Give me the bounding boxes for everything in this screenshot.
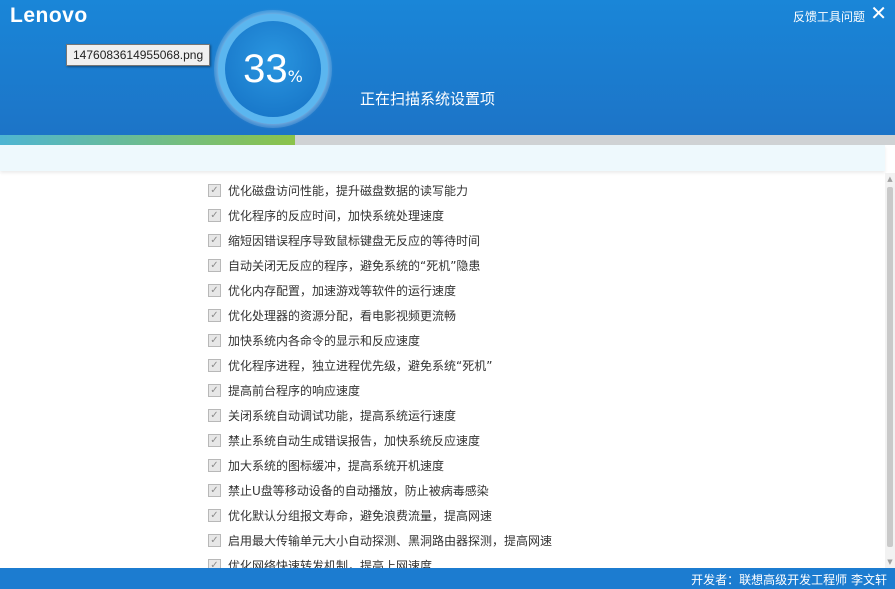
list-item[interactable]: ✓ 优化内存配置，加速游戏等软件的运行速度 (208, 278, 848, 303)
list-item[interactable]: ✓ 优化程序进程，独立进程优先级，避免系统“死机” (208, 353, 848, 378)
checkbox[interactable]: ✓ (208, 259, 221, 272)
checkbox[interactable]: ✓ (208, 384, 221, 397)
list-item-label: 禁止U盘等移动设备的自动播放，防止被病毒感染 (228, 484, 489, 498)
checkbox[interactable]: ✓ (208, 359, 221, 372)
progress-bar (0, 135, 895, 145)
progress-percent: 33 (243, 47, 288, 91)
sub-header-band (0, 145, 885, 171)
scrollbar[interactable]: ▲ ▼ (885, 173, 895, 568)
developer-credit: 开发者：联想高级开发工程师 李文轩 (691, 573, 887, 587)
list-item[interactable]: ✓ 加快系统内各命令的显示和反应速度 (208, 328, 848, 353)
list-item[interactable]: ✓ 关闭系统自动调试功能，提高系统运行速度 (208, 403, 848, 428)
list-item[interactable]: ✓ 禁止U盘等移动设备的自动播放，防止被病毒感染 (208, 478, 848, 503)
list-item-label: 优化默认分组报文寿命，避免浪费流量，提高网速 (228, 509, 493, 523)
checkbox[interactable]: ✓ (208, 559, 221, 568)
list-item-label: 自动关闭无反应的程序，避免系统的“死机”隐患 (228, 259, 481, 273)
checkbox[interactable]: ✓ (208, 434, 221, 447)
checkbox[interactable]: ✓ (208, 334, 221, 347)
checkbox[interactable]: ✓ (208, 184, 221, 197)
scroll-thumb[interactable] (887, 187, 893, 547)
checkbox[interactable]: ✓ (208, 209, 221, 222)
list-item-label: 启用最大传输单元大小自动探测、黑洞路由器探测，提高网速 (228, 534, 553, 548)
list-item[interactable]: ✓ 自动关闭无反应的程序，避免系统的“死机”隐患 (208, 253, 848, 278)
checkbox[interactable]: ✓ (208, 459, 221, 472)
list-item[interactable]: ✓ 优化默认分组报文寿命，避免浪费流量，提高网速 (208, 503, 848, 528)
list-item[interactable]: ✓ 缩短因错误程序导致鼠标键盘无反应的等待时间 (208, 228, 848, 253)
progress-circle: 33% (214, 10, 332, 128)
list-item-label: 提高前台程序的响应速度 (228, 384, 361, 398)
checkbox[interactable]: ✓ (208, 234, 221, 247)
checkbox[interactable]: ✓ (208, 284, 221, 297)
close-icon[interactable]: ✕ (870, 2, 887, 24)
list-item-label: 优化处理器的资源分配，看电影视频更流畅 (228, 309, 457, 323)
optimization-list: ✓ 优化磁盘访问性能，提升磁盘数据的读写能力 ✓ 优化程序的反应时间，加快系统处理速度… (208, 178, 848, 568)
list-item-label: 优化磁盘访问性能，提升磁盘数据的读写能力 (228, 184, 469, 198)
scroll-up-icon[interactable]: ▲ (886, 175, 894, 183)
list-item[interactable]: ✓ 优化程序的反应时间，加快系统处理速度 (208, 203, 848, 228)
list-item-label: 缩短因错误程序导致鼠标键盘无反应的等待时间 (228, 234, 481, 248)
list-item[interactable]: ✓ 启用最大传输单元大小自动探测、黑洞路由器探测，提高网速 (208, 528, 848, 553)
list-item[interactable]: ✓ 优化处理器的资源分配，看电影视频更流畅 (208, 303, 848, 328)
list-item-label: 优化内存配置，加速游戏等软件的运行速度 (228, 284, 457, 298)
checkbox[interactable]: ✓ (208, 409, 221, 422)
list-item-label: 加大系统的图标缓冲，提高系统开机速度 (228, 459, 445, 473)
filename-tooltip: 1476083614955068.png (66, 44, 211, 66)
list-item-label: 加快系统内各命令的显示和反应速度 (228, 334, 421, 348)
app-header: Lenovo 1476083614955068.png 33% 正在扫描系统设置… (0, 0, 895, 135)
scroll-down-icon[interactable]: ▼ (886, 558, 894, 566)
list-item[interactable]: ✓ 加大系统的图标缓冲，提高系统开机速度 (208, 453, 848, 478)
list-item[interactable]: ✓ 提高前台程序的响应速度 (208, 378, 848, 403)
scan-status-text: 正在扫描系统设置项 (360, 90, 496, 108)
list-item[interactable]: ✓ 优化磁盘访问性能，提升磁盘数据的读写能力 (208, 178, 848, 203)
list-item-label: 优化网络快速转发机制，提高上网速度 (228, 559, 433, 568)
footer-bar: 开发者：联想高级开发工程师 李文轩 (0, 568, 895, 589)
list-item-label: 关闭系统自动调试功能，提高系统运行速度 (228, 409, 457, 423)
checkbox[interactable]: ✓ (208, 534, 221, 547)
checkbox[interactable]: ✓ (208, 309, 221, 322)
lenovo-logo: Lenovo (10, 4, 88, 27)
percent-sign: % (287, 67, 303, 86)
list-item-label: 禁止系统自动生成错误报告，加快系统反应速度 (228, 434, 481, 448)
feedback-link[interactable]: 反馈工具问题 (793, 8, 865, 25)
list-item[interactable]: ✓ 优化网络快速转发机制，提高上网速度 (208, 553, 848, 568)
progress-bar-fill (0, 135, 296, 145)
list-item-label: 优化程序进程，独立进程优先级，避免系统“死机” (228, 359, 493, 373)
checkbox[interactable]: ✓ (208, 484, 221, 497)
list-item-label: 优化程序的反应时间，加快系统处理速度 (228, 209, 445, 223)
checkbox[interactable]: ✓ (208, 509, 221, 522)
list-item[interactable]: ✓ 禁止系统自动生成错误报告，加快系统反应速度 (208, 428, 848, 453)
